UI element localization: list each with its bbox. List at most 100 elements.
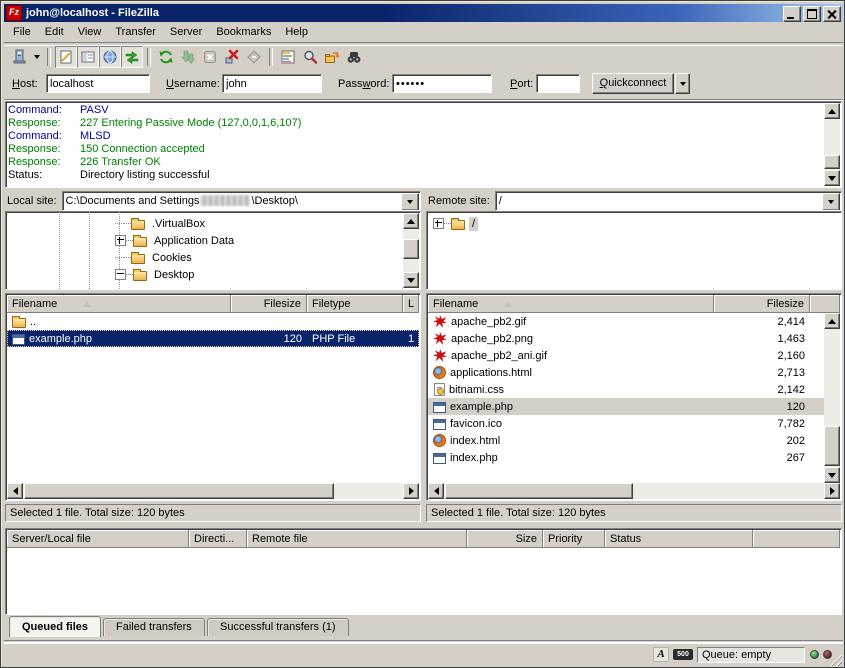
file-row[interactable]: apache_pb2.gif2,414: [428, 313, 824, 330]
column-header-server-local-file[interactable]: Server/Local file: [7, 530, 189, 548]
site-manager-button[interactable]: [8, 46, 30, 68]
scrollbar-thumb[interactable]: [403, 239, 419, 259]
column-header-remote-file[interactable]: Remote file: [247, 530, 467, 548]
scrollbar-thumb[interactable]: [24, 483, 334, 499]
directory-comparison-button[interactable]: [277, 46, 299, 68]
file-row[interactable]: example.php120: [428, 398, 824, 415]
filetype-cell: PHP File: [307, 333, 403, 345]
maximize-button[interactable]: [803, 6, 821, 22]
menu-item-edit[interactable]: Edit: [38, 23, 71, 41]
column-header-directi-[interactable]: Directi...: [189, 530, 247, 548]
scroll-left-button[interactable]: [7, 483, 23, 499]
column-header-filesize[interactable]: Filesize: [714, 295, 810, 313]
column-header-filename[interactable]: Filename: [7, 295, 231, 313]
tree-item-root[interactable]: /: [433, 215, 839, 232]
scroll-up-button[interactable]: [824, 313, 840, 329]
reconnect-button[interactable]: [243, 46, 265, 68]
local-site-combo[interactable]: C:\Documents and Settings\Desktop\: [62, 191, 421, 211]
quickconnect-dropdown-button[interactable]: [675, 73, 690, 94]
scroll-right-button[interactable]: [403, 483, 419, 499]
column-header-size[interactable]: Size: [467, 530, 543, 548]
column-header-status[interactable]: Status: [605, 530, 753, 548]
scroll-left-button[interactable]: [428, 483, 444, 499]
tree-item-cookies[interactable]: Cookies: [6, 249, 402, 266]
local-hscrollbar[interactable]: [7, 483, 419, 499]
arrow-up-icon: [828, 109, 836, 114]
scrollbar-thumb[interactable]: [824, 426, 840, 466]
close-button[interactable]: [823, 6, 841, 22]
toggle-transfer-queue-button[interactable]: [121, 46, 143, 68]
file-row[interactable]: apache_pb2_ani.gif2,160: [428, 347, 824, 364]
refresh-button[interactable]: [155, 46, 177, 68]
file-row[interactable]: index.php267: [428, 449, 824, 466]
expand-icon[interactable]: [433, 218, 444, 229]
column-header-l[interactable]: L: [403, 295, 419, 313]
tree-item-desktop[interactable]: Desktop: [6, 266, 402, 283]
tab-queued-files[interactable]: Queued files: [9, 616, 101, 637]
tree-item-application-data[interactable]: Application Data: [6, 232, 402, 249]
menu-item-bookmarks[interactable]: Bookmarks: [209, 23, 278, 41]
column-header-filetype[interactable]: Filetype: [307, 295, 403, 313]
toggle-message-log-button[interactable]: [55, 46, 77, 68]
file-icon: [433, 453, 446, 464]
title-bar[interactable]: Fz john@localhost - FileZilla: [4, 4, 843, 22]
host-input[interactable]: [46, 74, 150, 93]
column-header-priority[interactable]: Priority: [543, 530, 605, 548]
process-queue-button[interactable]: [177, 46, 199, 68]
file-row[interactable]: apache_pb2.png1,463: [428, 330, 824, 347]
username-input[interactable]: [222, 74, 322, 93]
file-row[interactable]: index.html202: [428, 432, 824, 449]
site-manager-dropdown-button[interactable]: [30, 46, 43, 68]
folder-icon: [133, 271, 147, 281]
queue-size-field: Queue: empty: [697, 647, 805, 663]
file-row[interactable]: ..: [7, 313, 419, 330]
toggle-remote-tree-button[interactable]: [99, 46, 121, 68]
filename-text: index.php: [450, 452, 498, 464]
remote-site-dropdown-button[interactable]: [822, 193, 840, 211]
scrollbar-thumb[interactable]: [445, 483, 633, 499]
transfer-type-icon[interactable]: A: [653, 647, 669, 662]
file-row[interactable]: example.php120PHP File1: [7, 330, 419, 347]
password-input[interactable]: [392, 74, 492, 93]
minimize-button[interactable]: [783, 6, 801, 22]
menu-item-transfer[interactable]: Transfer: [108, 23, 163, 41]
file-row[interactable]: favicon.ico7,782: [428, 415, 824, 432]
menu-item-view[interactable]: View: [71, 23, 109, 41]
cancel-operation-button[interactable]: [199, 46, 221, 68]
expand-icon[interactable]: [115, 235, 126, 246]
file-row[interactable]: applications.html2,713: [428, 364, 824, 381]
scroll-right-button[interactable]: [824, 483, 840, 499]
file-search-button[interactable]: [299, 46, 321, 68]
column-header-filename[interactable]: Filename: [428, 295, 714, 313]
menu-item-file[interactable]: File: [6, 23, 38, 41]
filename-text: favicon.ico: [450, 418, 502, 430]
quickconnect-button[interactable]: Quickconnect: [592, 73, 674, 94]
menu-item-server[interactable]: Server: [163, 23, 209, 41]
log-scrollbar[interactable]: [824, 103, 840, 186]
scroll-up-button[interactable]: [824, 103, 840, 119]
scroll-down-button[interactable]: [403, 272, 419, 288]
find-files-button[interactable]: [343, 46, 365, 68]
tree-item--virtualbox[interactable]: .VirtualBox: [6, 215, 402, 232]
file-row[interactable]: bitnami.css2,142: [428, 381, 824, 398]
local-tree-scrollbar[interactable]: [403, 213, 419, 288]
speed-limit-icon[interactable]: 500: [673, 649, 693, 660]
toggle-local-tree-button[interactable]: [77, 46, 99, 68]
tab-failed-transfers[interactable]: Failed transfers: [103, 618, 205, 636]
column-header-filesize[interactable]: Filesize: [231, 295, 307, 313]
scroll-down-button[interactable]: [824, 170, 840, 186]
remote-hscrollbar[interactable]: [428, 483, 840, 499]
scroll-up-button[interactable]: [403, 213, 419, 229]
collapse-icon[interactable]: [115, 269, 126, 280]
scroll-down-button[interactable]: [824, 467, 840, 483]
menu-item-help[interactable]: Help: [278, 23, 315, 41]
remote-vscrollbar[interactable]: [824, 313, 840, 483]
tab-successful-transfers-1-[interactable]: Successful transfers (1): [207, 618, 349, 636]
local-site-dropdown-button[interactable]: [401, 193, 419, 211]
disconnect-button[interactable]: [221, 46, 243, 68]
remote-site-combo[interactable]: /: [495, 191, 842, 211]
port-input[interactable]: [536, 74, 580, 93]
synchronized-browsing-button[interactable]: [321, 46, 343, 68]
directory-comparison-icon: [280, 49, 296, 65]
scrollbar-thumb[interactable]: [824, 155, 840, 169]
